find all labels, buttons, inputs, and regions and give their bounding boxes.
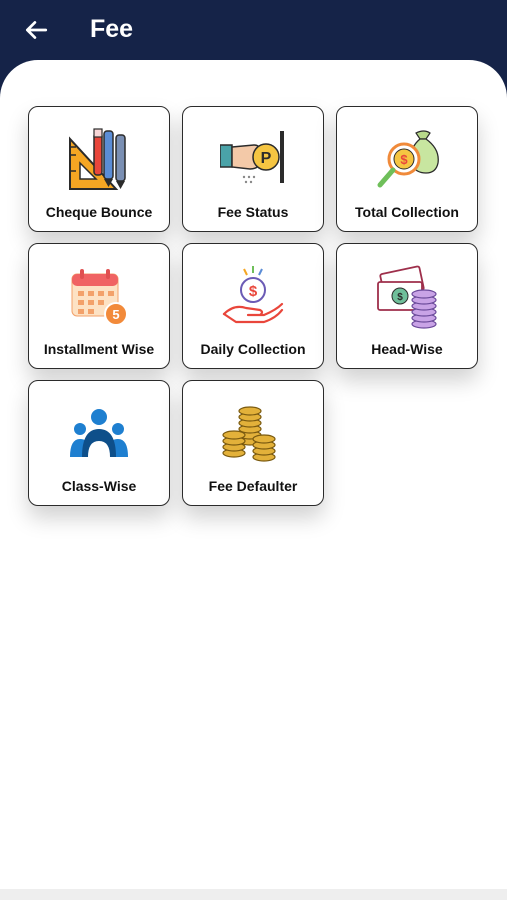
group-people-icon <box>70 409 128 457</box>
calendar-badge: 5 <box>112 307 119 322</box>
stationery-icon <box>69 128 126 190</box>
tile-label: Installment Wise <box>43 341 155 357</box>
tile-label: Fee Status <box>217 204 289 220</box>
coin-symbol: P <box>261 150 272 167</box>
tile-label: Daily Collection <box>200 341 306 357</box>
tile-total-collection[interactable]: $ Total Collection <box>336 106 478 232</box>
dollar-symbol: $ <box>400 152 408 167</box>
arrow-left-icon <box>25 21 48 39</box>
page-title: Fee <box>90 15 134 43</box>
tile-installment-wise[interactable]: 5 Installment Wise <box>28 243 170 369</box>
tile-label: Class-Wise <box>61 478 137 494</box>
tile-cheque-bounce[interactable]: Cheque Bounce <box>28 106 170 232</box>
tile-label: Cheque Bounce <box>45 204 153 220</box>
tile-fee-status[interactable]: P Fee Status <box>182 106 324 232</box>
content-panel: Cheque Bounce P Fee Status $ Total Colle… <box>0 60 507 900</box>
coin-stacks-icon <box>222 406 276 462</box>
tile-label: Head-Wise <box>371 341 443 357</box>
cash-coins-icon: $ <box>377 265 437 329</box>
tile-class-wise[interactable]: Class-Wise <box>28 380 170 506</box>
calendar-icon: 5 <box>71 269 128 326</box>
hand-dollar-coin-icon: $ <box>222 266 284 324</box>
tile-label: Fee Defaulter <box>208 478 298 494</box>
dollar-symbol: $ <box>397 292 403 303</box>
tile-fee-defaulter[interactable]: Fee Defaulter <box>182 380 324 506</box>
back-button[interactable] <box>20 14 52 46</box>
bottom-bar <box>0 889 507 900</box>
money-bag-magnifier-icon: $ <box>377 130 439 188</box>
tile-head-wise[interactable]: $ Head-Wise <box>336 243 478 369</box>
tile-label: Total Collection <box>355 204 459 220</box>
tile-daily-collection[interactable]: $ Daily Collection <box>182 243 324 369</box>
hand-coin-parking-icon: P <box>220 131 284 184</box>
dollar-symbol: $ <box>249 283 258 300</box>
